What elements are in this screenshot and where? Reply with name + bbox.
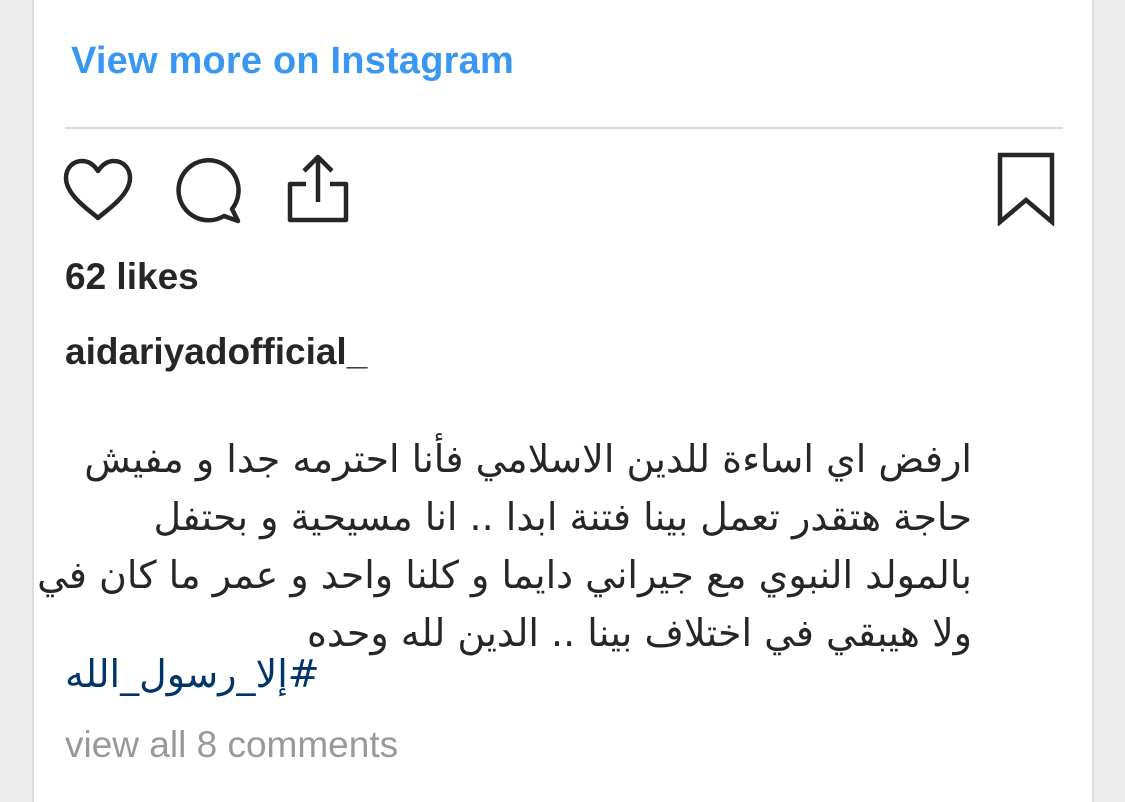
caption-line: بالمولد النبوي مع جيراني دايما و كلنا وا… — [37, 553, 972, 597]
caption-line: ارفض اي اساءة للدين الاسلامي فأنا احترمه… — [84, 437, 972, 481]
hashtag-link[interactable]: #إلا_رسول_الله — [65, 652, 320, 696]
bookmark-icon[interactable] — [996, 152, 1056, 226]
comment-icon[interactable] — [174, 157, 246, 225]
likes-count[interactable]: 62 likes — [65, 256, 199, 298]
share-icon[interactable] — [282, 152, 354, 226]
post-caption: ارفض اي اساءة للدين الاسلامي فأنا احترمه… — [32, 430, 972, 662]
instagram-embed-card: View more on Instagram 62 likes aidariya… — [32, 0, 1094, 802]
caption-line: حاجة هتقدر تعمل بينا فتنة ابدا .. انا مس… — [153, 495, 972, 539]
view-all-comments-link[interactable]: view all 8 comments — [65, 724, 398, 766]
heart-icon[interactable] — [62, 158, 134, 224]
view-more-link[interactable]: View more on Instagram — [71, 40, 514, 83]
divider — [65, 127, 1063, 129]
post-username[interactable]: aidariyadofficial_ — [65, 331, 367, 373]
